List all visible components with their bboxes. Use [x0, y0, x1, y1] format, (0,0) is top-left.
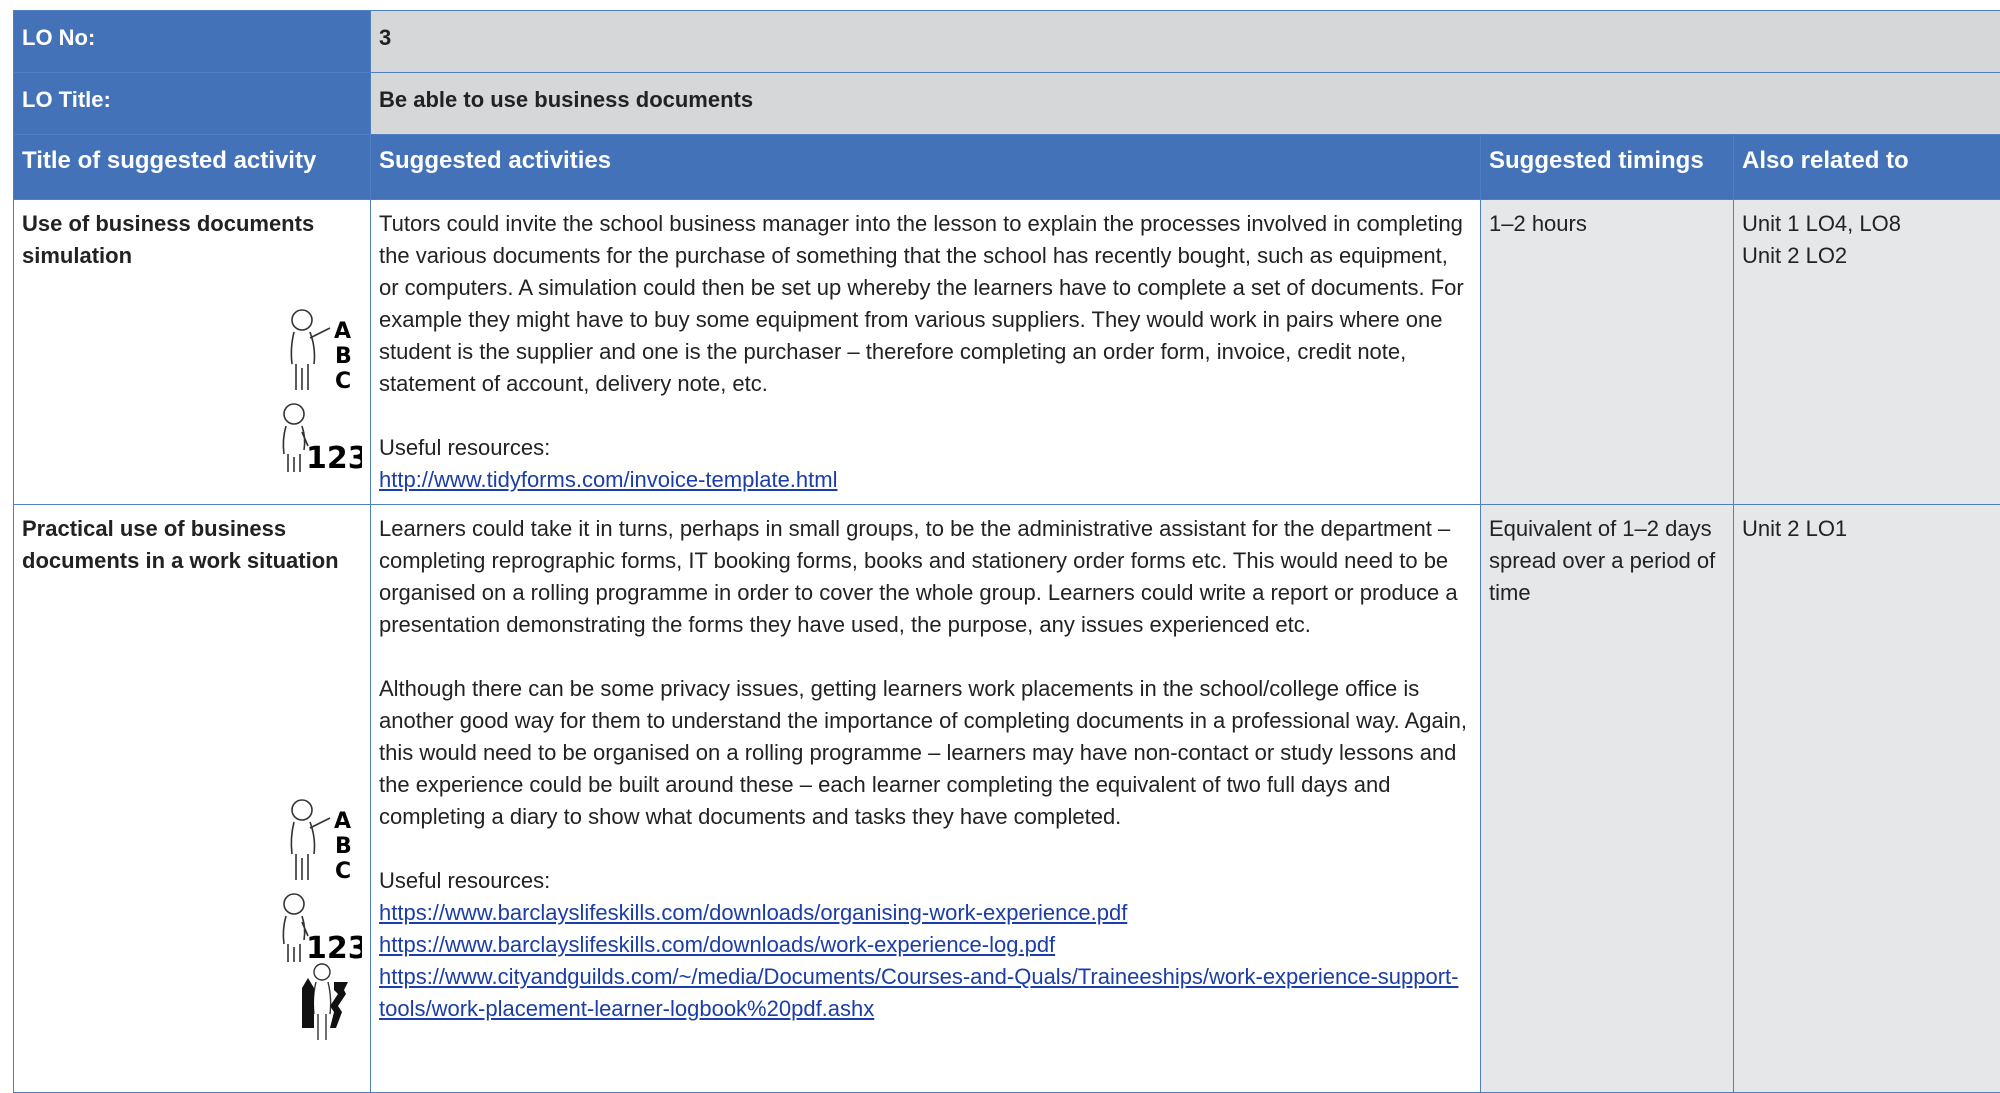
header-activity-title: Title of suggested activity — [14, 135, 371, 200]
lo-title-row: LO Title: Be able to use business docume… — [14, 73, 2000, 135]
numeracy-123-icon: 123 — [272, 892, 362, 962]
svg-text:C: C — [335, 369, 351, 393]
activity-title-cell: Use of business documents simulation A B… — [14, 200, 371, 505]
header-suggested-timings: Suggested timings — [1481, 135, 1734, 200]
related-item: Unit 1 LO4, LO8 — [1742, 208, 1992, 240]
svg-text:A: A — [334, 809, 351, 834]
resource-link[interactable]: https://www.barclayslifeskills.com/downl… — [379, 897, 1472, 929]
svg-text:B: B — [335, 834, 352, 859]
numeracy-123-icon: 123 — [272, 402, 362, 472]
activity-paragraph: Although there can be some privacy issue… — [379, 673, 1472, 833]
svg-text:123: 123 — [306, 441, 362, 472]
header-suggested-activities: Suggested activities — [371, 135, 1481, 200]
svg-text:C: C — [335, 859, 351, 883]
activity-title: Practical use of business documents in a… — [22, 513, 362, 577]
lo-title-label: LO Title: — [14, 73, 371, 135]
related-item: Unit 2 LO2 — [1742, 240, 1992, 272]
resource-link[interactable]: https://www.barclayslifeskills.com/downl… — [379, 929, 1472, 961]
skills-icons: A B C 123 — [272, 308, 362, 472]
lo-title-value: Be able to use business documents — [371, 73, 2000, 135]
resources-label: Useful resources: — [379, 432, 1472, 464]
activity-paragraph: Learners could take it in turns, perhaps… — [379, 513, 1472, 641]
activity-row: Practical use of business documents in a… — [14, 505, 2000, 1093]
activity-paragraph: Tutors could invite the school business … — [379, 208, 1472, 400]
related-cell: Unit 1 LO4, LO8 Unit 2 LO2 — [1734, 200, 2000, 505]
activity-description-cell: Learners could take it in turns, perhaps… — [371, 505, 1481, 1093]
literacy-abc-icon: A B C — [272, 308, 362, 393]
resources-label: Useful resources: — [379, 865, 1472, 897]
skills-icons: A B C 123 — [272, 798, 362, 1042]
resource-link[interactable]: http://www.tidyforms.com/invoice-templat… — [379, 464, 1472, 496]
lo-number-row: LO No: 3 — [14, 11, 2000, 73]
svg-text:123: 123 — [306, 931, 362, 962]
lo-number-value: 3 — [371, 11, 2000, 73]
related-cell: Unit 2 LO1 — [1734, 505, 2000, 1093]
lo-number-label: LO No: — [14, 11, 371, 73]
timing-cell: 1–2 hours — [1481, 200, 1734, 505]
lesson-plan-table: LO No: 3 LO Title: Be able to use busine… — [13, 10, 2000, 1093]
svg-text:B: B — [335, 344, 352, 369]
timing-cell: Equivalent of 1–2 days spread over a per… — [1481, 505, 1734, 1093]
resource-link[interactable]: https://www.cityandguilds.com/~/media/Do… — [379, 961, 1472, 1025]
activity-title: Use of business documents simulation — [22, 208, 362, 272]
activity-row: Use of business documents simulation A B… — [14, 200, 2000, 505]
employability-tools-icon — [272, 962, 362, 1042]
header-also-related: Also related to — [1734, 135, 2000, 200]
literacy-abc-icon: A B C — [272, 798, 362, 883]
activity-description-cell: Tutors could invite the school business … — [371, 200, 1481, 505]
activity-title-cell: Practical use of business documents in a… — [14, 505, 371, 1093]
column-header-row: Title of suggested activity Suggested ac… — [14, 135, 2000, 200]
svg-text:A: A — [334, 319, 351, 344]
related-item: Unit 2 LO1 — [1742, 513, 1992, 545]
